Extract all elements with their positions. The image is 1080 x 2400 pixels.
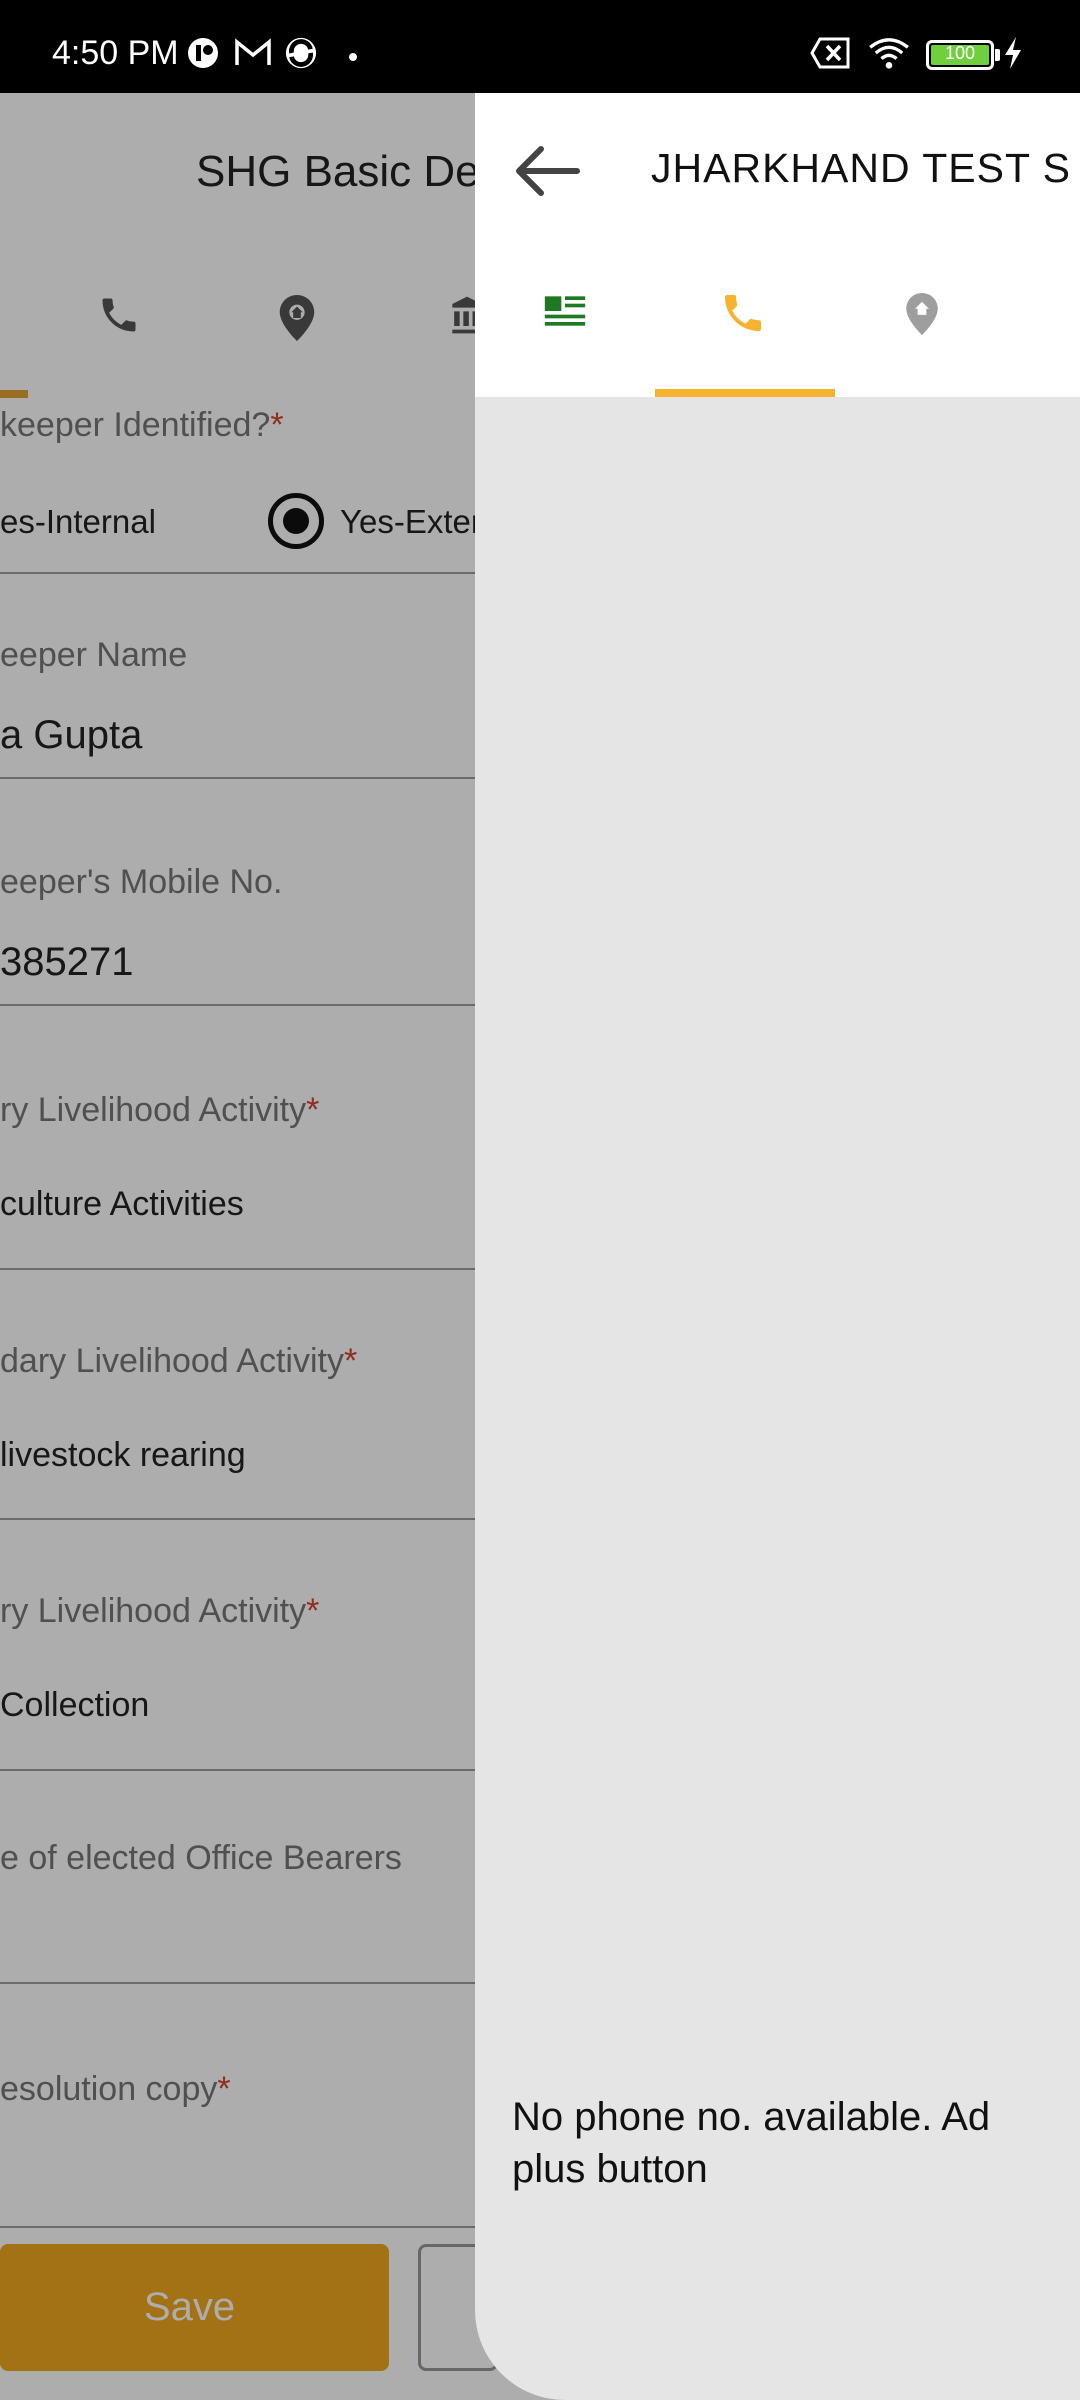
charging-icon [1005,37,1021,69]
drawer-title: JHARKHAND TEST S [651,145,1072,191]
back-arrow-icon[interactable] [513,143,581,199]
battery-level: 100 [944,43,976,63]
status-bar: 4:50 PM 100 [0,0,1080,93]
battery-icon: 100 [926,40,994,70]
drawer-active-tab-indicator [655,389,835,397]
empty-phone-message: No phone no. available. Ad plus button [512,2095,991,2191]
notification-app-icon [188,38,218,68]
wifi-icon [869,38,909,69]
side-drawer: JHARKHAND TEST S No phone no. available.… [475,93,1080,2400]
app-icon [285,37,317,69]
location-tab-icon[interactable] [901,289,943,339]
notification-dot [349,53,357,61]
drawer-header: JHARKHAND TEST S [475,93,1080,397]
gmail-icon [235,38,271,65]
status-time: 4:50 PM [52,34,179,72]
phone-tab-icon[interactable] [719,289,767,337]
details-tab-icon[interactable] [543,289,587,333]
sim-off-icon [810,37,850,69]
